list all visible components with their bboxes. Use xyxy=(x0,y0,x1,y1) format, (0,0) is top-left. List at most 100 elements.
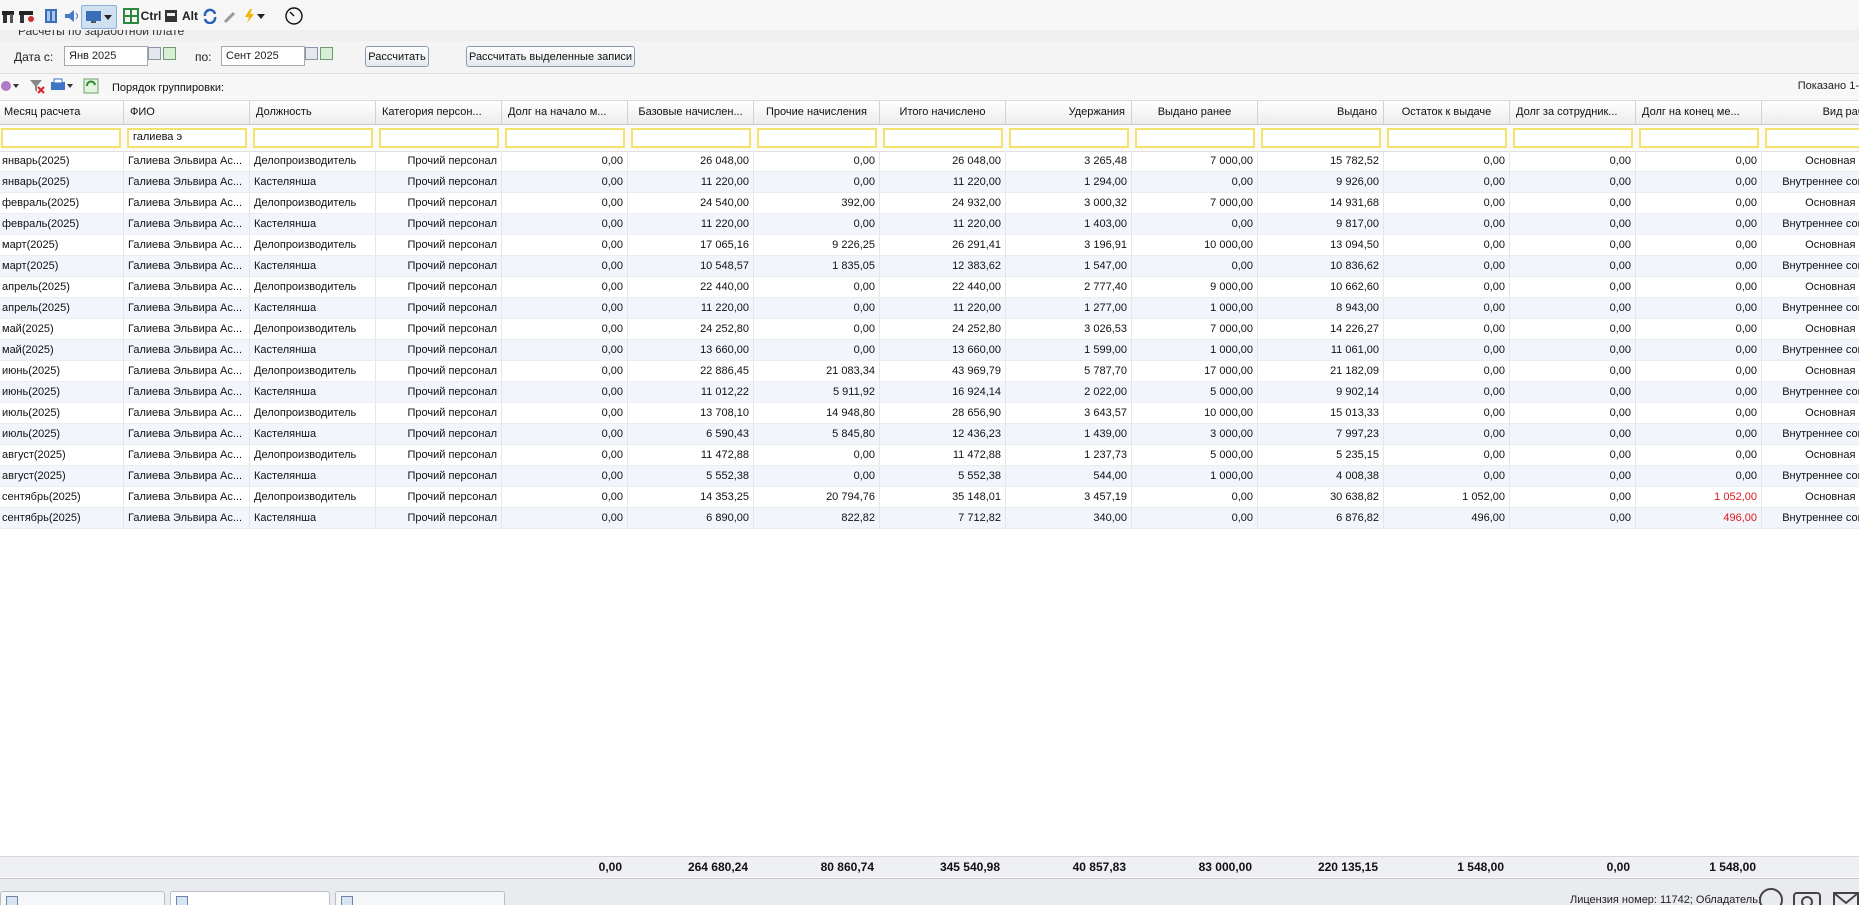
column-header[interactable]: Прочие начисления xyxy=(754,101,880,124)
table-row[interactable]: август(2025) Галиева Эльвира Ас... Делопро… xyxy=(0,445,1859,466)
calendar-apply-icon[interactable] xyxy=(163,47,176,60)
table-cell: июнь(2025) xyxy=(0,361,124,381)
column-filter-input[interactable] xyxy=(883,128,1003,148)
table-row[interactable]: июнь(2025) Галиева Эльвира Ас... Кастелянш… xyxy=(0,382,1859,403)
table-cell: январь(2025) xyxy=(0,151,124,171)
print-menu-icon[interactable] xyxy=(50,78,74,94)
table-cell: 0,00 xyxy=(1510,298,1636,318)
column-header[interactable]: Категория персон... xyxy=(376,101,502,124)
column-header[interactable]: Вид работ xyxy=(1762,101,1859,124)
book-icon[interactable] xyxy=(42,5,60,27)
calculate-selected-button[interactable]: Рассчитать выделенные записи xyxy=(466,46,635,67)
column-filter-input[interactable] xyxy=(1009,128,1129,148)
table-cell: 21 182,09 xyxy=(1258,361,1384,381)
column-filter-input[interactable] xyxy=(1513,128,1633,148)
table-cell: 496,00 xyxy=(1384,508,1510,528)
tools2-icon[interactable] xyxy=(18,5,36,27)
column-header[interactable]: Месяц расчета xyxy=(0,101,124,124)
total-value: 345 540,98 xyxy=(939,860,1000,874)
table-cell: 0,00 xyxy=(1510,424,1636,444)
tools-icon[interactable] xyxy=(2,5,16,27)
table-cell: 0,00 xyxy=(1384,403,1510,423)
refresh-icon[interactable] xyxy=(202,5,218,27)
table-row[interactable]: август(2025) Галиева Эльвира Ас... Кастеля… xyxy=(0,466,1859,487)
table-row[interactable]: апрель(2025) Галиева Эльвира Ас... Кастеля… xyxy=(0,298,1859,319)
lightning-dropdown-button[interactable] xyxy=(240,5,268,27)
column-header[interactable]: Остаток к выдаче xyxy=(1384,101,1510,124)
table-row[interactable]: май(2025) Галиева Эльвира Ас... Кастелянша… xyxy=(0,340,1859,361)
window-tab-active[interactable] xyxy=(170,891,330,905)
table-row[interactable]: февраль(2025) Галиева Эльвира Ас... Делопр… xyxy=(0,193,1859,214)
column-header[interactable]: Итого начислено xyxy=(880,101,1006,124)
wrench-icon[interactable] xyxy=(223,5,237,27)
table-row[interactable]: январь(2025) Галиева Эльвира Ас... Делопро… xyxy=(0,151,1859,172)
window-tab[interactable] xyxy=(335,891,505,905)
column-header[interactable]: Выдано ранее xyxy=(1132,101,1258,124)
table-cell: Основная раб xyxy=(1762,403,1859,423)
table-row[interactable]: апрель(2025) Галиева Эльвира Ас... Делопро… xyxy=(0,277,1859,298)
column-header[interactable]: Удержания xyxy=(1006,101,1132,124)
table-row[interactable]: март(2025) Галиева Эльвира Ас... Делопроиз… xyxy=(0,235,1859,256)
table-cell: май(2025) xyxy=(0,340,124,360)
table-row[interactable]: июль(2025) Галиева Эльвира Ас... Делопроиз… xyxy=(0,403,1859,424)
table-cell: 15 782,52 xyxy=(1258,151,1384,171)
calendar-apply-icon[interactable] xyxy=(320,47,333,60)
date-from-field[interactable]: Янв 2025 xyxy=(64,46,148,66)
table-cell: 0,00 xyxy=(1636,340,1762,360)
table-row[interactable]: сентябрь(2025) Галиева Эльвира Ас... Касте… xyxy=(0,508,1859,529)
column-filter-input[interactable] xyxy=(757,128,877,148)
monitor-dropdown-button[interactable] xyxy=(81,5,117,29)
column-header[interactable]: Долг за сотрудник... xyxy=(1510,101,1636,124)
table-row[interactable]: сентябрь(2025) Галиева Эльвира Ас... Делоп… xyxy=(0,487,1859,508)
column-filter-input[interactable] xyxy=(1,128,121,148)
column-filter-input[interactable] xyxy=(631,128,751,148)
grid-icon[interactable] xyxy=(122,5,140,27)
table-row[interactable]: май(2025) Галиева Эльвира Ас... Делопроизв… xyxy=(0,319,1859,340)
date-to-label: по: xyxy=(195,50,212,64)
clock-icon[interactable] xyxy=(284,5,304,27)
clear-filter-icon[interactable] xyxy=(29,78,45,94)
column-filter-input[interactable] xyxy=(1639,128,1759,148)
column-filter-input[interactable]: галиева э xyxy=(127,128,247,148)
column-header[interactable]: Выдано xyxy=(1258,101,1384,124)
table-row[interactable]: март(2025) Галиева Эльвира Ас... Кастелянш… xyxy=(0,256,1859,277)
ctrl-key-button[interactable]: Ctrl xyxy=(141,5,162,27)
table-cell: 0,00 xyxy=(1132,487,1258,507)
date-to-field[interactable]: Сент 2025 xyxy=(221,46,305,66)
column-filter-input[interactable] xyxy=(1765,128,1859,148)
table-cell: Галиева Эльвира Ас... xyxy=(124,277,250,297)
table-row[interactable]: июль(2025) Галиева Эльвира Ас... Кастелянш… xyxy=(0,424,1859,445)
column-filter-input[interactable] xyxy=(379,128,499,148)
table-cell: Делопроизводитель xyxy=(250,445,376,465)
calendar-icon[interactable] xyxy=(305,47,318,60)
column-filter-input[interactable] xyxy=(253,128,373,148)
window-tab[interactable] xyxy=(0,891,165,905)
camera-icon[interactable] xyxy=(1792,887,1822,905)
column-filter-input[interactable] xyxy=(505,128,625,148)
total-value: 220 135,15 xyxy=(1317,860,1378,874)
column-header[interactable]: Должность xyxy=(250,101,376,124)
column-header[interactable]: Долг на конец ме... xyxy=(1636,101,1762,124)
column-filter-input[interactable] xyxy=(1261,128,1381,148)
mail-icon[interactable] xyxy=(1832,887,1859,905)
table-cell: 0,00 xyxy=(1384,424,1510,444)
view-menu-icon[interactable] xyxy=(0,79,20,93)
table-row[interactable]: февраль(2025) Галиева Эльвира Ас... Кастел… xyxy=(0,214,1859,235)
column-header[interactable]: Долг на начало м... xyxy=(502,101,628,124)
spy-icon[interactable] xyxy=(163,5,179,27)
column-header[interactable]: ФИО xyxy=(124,101,250,124)
refresh-grid-icon[interactable] xyxy=(83,78,99,94)
column-filter-input[interactable] xyxy=(1135,128,1255,148)
help-icon[interactable] xyxy=(1758,887,1784,905)
table-row[interactable]: январь(2025) Галиева Эльвира Ас... Кастеля… xyxy=(0,172,1859,193)
calendar-icon[interactable] xyxy=(148,47,161,60)
column-header[interactable]: Базовые начислен... xyxy=(628,101,754,124)
monitor-icon xyxy=(86,11,101,23)
speaker-icon[interactable] xyxy=(62,5,80,27)
alt-key-button[interactable]: Alt xyxy=(182,5,198,27)
calculate-button[interactable]: Рассчитать xyxy=(365,46,429,67)
column-filter-input[interactable] xyxy=(1387,128,1507,148)
table-row[interactable]: июнь(2025) Галиева Эльвира Ас... Делопроиз… xyxy=(0,361,1859,382)
table-cell: Основная раб xyxy=(1762,445,1859,465)
table-cell: Основная раб xyxy=(1762,151,1859,171)
